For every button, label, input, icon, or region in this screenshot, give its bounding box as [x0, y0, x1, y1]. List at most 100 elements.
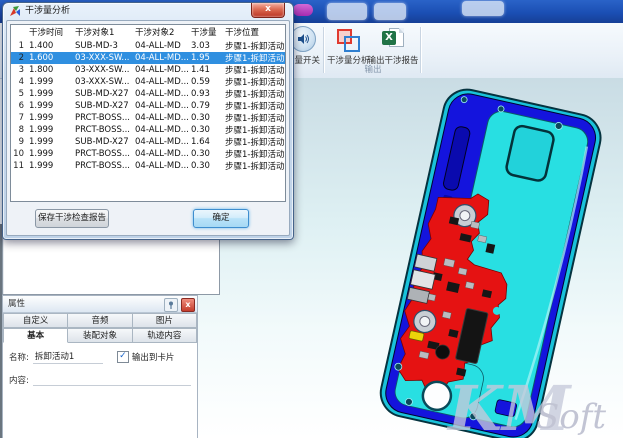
table-cell: 03-XXX-SW... [73, 64, 133, 76]
ribbon-separator [323, 27, 324, 73]
tab-custom[interactable]: 自定义 [3, 313, 68, 328]
table-cell: 1.999 [27, 76, 73, 88]
table-cell: 10 [11, 148, 27, 160]
save-report-button[interactable]: 保存干涉检查报告 [35, 209, 109, 228]
dialog-titlebar[interactable]: 干涉量分析 x [3, 3, 293, 19]
interference-analysis-button[interactable]: 干涉量分析 [327, 26, 367, 66]
table-cell: 0.30 [189, 124, 223, 136]
table-cell: PRCT-BOSS... [73, 148, 133, 160]
table-cell: 04-ALL-MD... [133, 100, 189, 112]
table-cell: 步骤1-拆卸活动1 [223, 148, 286, 160]
table-cell: 04-ALL-MD [133, 40, 189, 52]
tab-audio[interactable]: 音频 [68, 313, 132, 328]
properties-close-button[interactable]: x [181, 298, 195, 312]
table-cell: 步骤1-拆卸活动1 [223, 100, 286, 112]
table-cell: 1.999 [27, 148, 73, 160]
table-cell: PRCT-BOSS... [73, 160, 133, 172]
ok-button[interactable]: 确定 [193, 209, 249, 228]
dialog-body: 干涉时间 干涉对象1 干涉对象2 干涉量 干涉位置 11.400SUB-MD-3… [6, 20, 290, 236]
ribbon-separator [420, 27, 421, 73]
tab-trajectory-content[interactable]: 轨迹内容 [133, 328, 197, 343]
dialog-buttons: 保存干涉检查报告 确定 [7, 209, 289, 227]
name-label: 名称: [9, 351, 29, 363]
table-cell: 1.800 [27, 64, 73, 76]
table-cell: 步骤1-拆卸活动1 [223, 40, 286, 52]
tab-image[interactable]: 图片 [133, 313, 197, 328]
table-cell: SUB-MD-X27 [73, 136, 133, 148]
table-row[interactable]: 61.999SUB-MD-X2704-ALL-MD...0.79步骤1-拆卸活动… [11, 100, 286, 112]
table-row[interactable]: 71.999PRCT-BOSS...04-ALL-MD...0.30步骤1-拆卸… [11, 112, 286, 124]
properties-tabs-top: 自定义 音频 图片 [3, 313, 197, 328]
name-field[interactable]: 拆卸活动1 [33, 350, 103, 364]
table-cell: 步骤1-拆卸活动1 [223, 160, 286, 172]
table-cell: 7 [11, 112, 27, 124]
table-cell: 3.03 [189, 40, 223, 52]
table-cell: 5 [11, 88, 27, 100]
table-cell: SUB-MD-3 [73, 40, 133, 52]
table-header-row: 干涉时间 干涉对象1 干涉对象2 干涉量 干涉位置 [11, 25, 286, 40]
output-report-button[interactable]: X 输出干涉报告 [367, 26, 419, 66]
table-cell: 步骤1-拆卸活动1 [223, 136, 286, 148]
header-time: 干涉时间 [27, 25, 73, 40]
table-row[interactable]: 111.999PRCT-BOSS...04-ALL-MD...0.30步骤1-拆… [11, 160, 286, 172]
titlebar-button[interactable] [327, 3, 367, 20]
app-window: 音量开关 干涉量分析 X 输出干涉报告 输出 [0, 0, 623, 438]
table-row[interactable]: 11.400SUB-MD-304-ALL-MD3.03步骤1-拆卸活动1 [11, 40, 286, 52]
excel-report-icon: X [382, 28, 404, 50]
table-cell: 步骤1-拆卸活动1 [223, 88, 286, 100]
table-cell: PRCT-BOSS... [73, 124, 133, 136]
table-row[interactable]: 41.99903-XXX-SW...04-ALL-MD...0.59步骤1-拆卸… [11, 76, 286, 88]
tab-basic[interactable]: 基本 [3, 328, 68, 343]
table-cell: SUB-MD-X27 [73, 100, 133, 112]
properties-tabs-bottom: 基本 装配对象 轨迹内容 [3, 328, 197, 343]
table-row[interactable]: 31.80003-XXX-SW...04-ALL-MD...1.41步骤1-拆卸… [11, 64, 286, 76]
table-cell: 04-ALL-MD... [133, 160, 189, 172]
svg-text:Soft: Soft [536, 397, 606, 437]
table-cell: 步骤1-拆卸活动1 [223, 52, 286, 64]
table-row[interactable]: 81.999PRCT-BOSS...04-ALL-MD...0.30步骤1-拆卸… [11, 124, 286, 136]
table-row[interactable]: 91.999SUB-MD-X2704-ALL-MD...1.64步骤1-拆卸活动… [11, 136, 286, 148]
interference-list[interactable]: 干涉时间 干涉对象1 干涉对象2 干涉量 干涉位置 11.400SUB-MD-3… [10, 24, 286, 202]
table-cell: 04-ALL-MD... [133, 64, 189, 76]
table-cell: 03-XXX-SW... [73, 52, 133, 64]
table-row[interactable]: 51.999SUB-MD-X2704-ALL-MD...0.93步骤1-拆卸活动… [11, 88, 286, 100]
tab-assembly-object[interactable]: 装配对象 [68, 328, 132, 343]
table-cell: 步骤1-拆卸活动1 [223, 124, 286, 136]
table-cell: 0.93 [189, 88, 223, 100]
table-cell: 步骤1-拆卸活动1 [223, 64, 286, 76]
dialog-title: 干涉量分析 [25, 3, 70, 19]
table-cell: 1.95 [189, 52, 223, 64]
header-object2: 干涉对象2 [133, 25, 189, 40]
table-cell: 04-ALL-MD... [133, 112, 189, 124]
properties-title: 属性 [8, 299, 25, 309]
table-cell: 1.999 [27, 124, 73, 136]
table-cell: 04-ALL-MD... [133, 52, 189, 64]
table-cell: 1.999 [27, 88, 73, 100]
table-cell: 04-ALL-MD... [133, 76, 189, 88]
table-row[interactable]: 101.999PRCT-BOSS...04-ALL-MD...0.30步骤1-拆… [11, 148, 286, 160]
dialog-close-button[interactable]: x [251, 3, 285, 18]
ribbon-group-label: 输出 [327, 63, 419, 75]
table-cell: 6 [11, 100, 27, 112]
table-cell: 1 [11, 40, 27, 52]
overlap-squares-icon [337, 29, 357, 49]
table-row[interactable]: 21.60003-XXX-SW...04-ALL-MD...1.95步骤1-拆卸… [11, 52, 286, 64]
output-to-card-label: 输出到卡片 [132, 351, 175, 363]
table-cell: 0.59 [189, 76, 223, 88]
properties-panel: 属性 x 自定义 音频 图片 基本 装配对象 轨迹内容 名称: 拆卸活动1 ✓ … [2, 295, 198, 438]
pin-icon[interactable] [164, 298, 178, 312]
table-cell: 1.400 [27, 40, 73, 52]
table-cell: 1.999 [27, 136, 73, 148]
content-field[interactable] [33, 373, 191, 386]
interference-analysis-dialog: 干涉量分析 x 干涉时间 干涉对象1 干涉对象2 干涉量 干涉位置 [2, 2, 294, 240]
table-cell: 04-ALL-MD... [133, 136, 189, 148]
header-object1: 干涉对象1 [73, 25, 133, 40]
output-to-card-checkbox[interactable]: ✓ [117, 351, 129, 363]
titlebar-button[interactable] [374, 3, 406, 20]
table-cell: 0.79 [189, 100, 223, 112]
table-cell: 8 [11, 124, 27, 136]
header-index [11, 25, 27, 40]
titlebar-button[interactable] [462, 1, 504, 16]
table-cell: 1.999 [27, 112, 73, 124]
table-cell: 1.999 [27, 100, 73, 112]
